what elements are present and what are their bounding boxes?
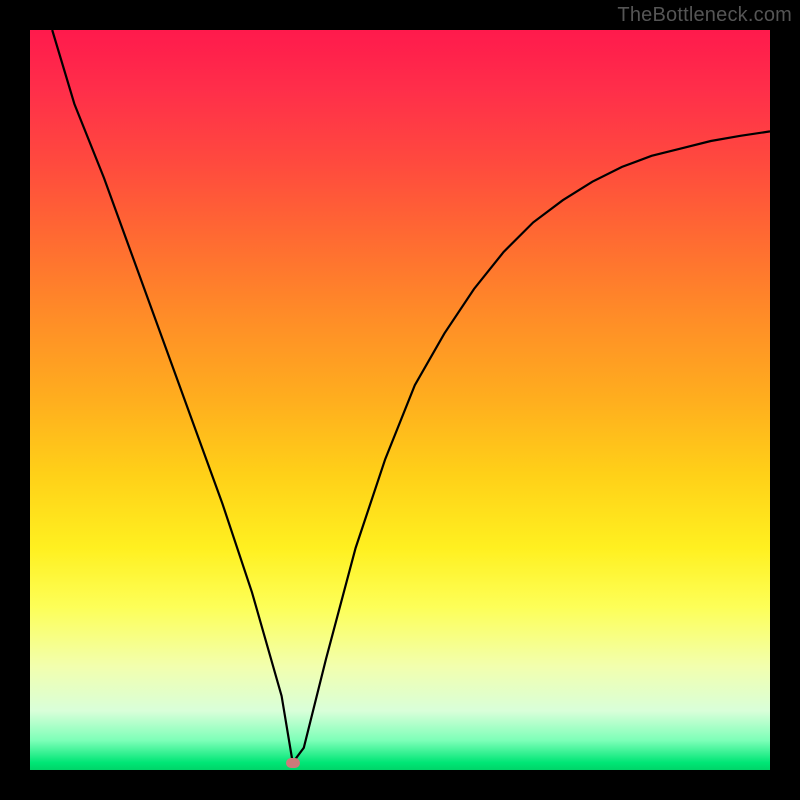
optimal-point-marker: [286, 758, 300, 768]
chart-plot-area: [30, 30, 770, 770]
watermark-text: TheBottleneck.com: [617, 4, 792, 27]
curve-svg: [30, 30, 770, 770]
bottleneck-curve-path: [52, 30, 770, 763]
